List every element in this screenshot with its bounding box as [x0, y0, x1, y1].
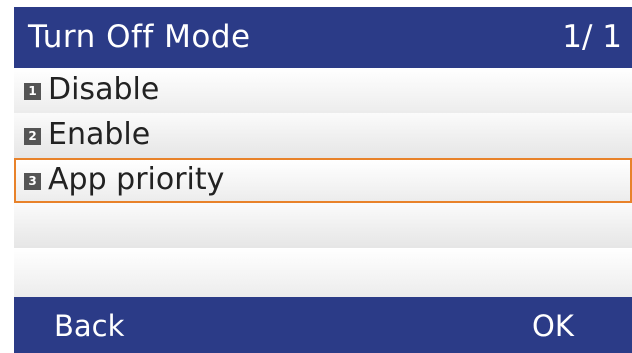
- phone-display: Turn Off Mode 1/ 1 1 Disable 2 Enable 3 …: [0, 0, 632, 353]
- ok-softkey[interactable]: OK: [532, 309, 574, 343]
- menu-item-enable[interactable]: 2 Enable: [14, 113, 632, 158]
- page-indicator: 1/ 1: [562, 19, 622, 55]
- menu-item-label: Enable: [48, 117, 151, 152]
- number-1-icon: 1: [24, 83, 41, 100]
- title-bar: Turn Off Mode 1/ 1: [14, 7, 632, 68]
- back-softkey[interactable]: Back: [54, 309, 124, 343]
- menu-list: 1 Disable 2 Enable 3 App priority: [14, 68, 632, 297]
- menu-item-label: App priority: [48, 162, 225, 197]
- empty-row: [14, 203, 632, 248]
- empty-row: [14, 248, 632, 297]
- menu-item-disable[interactable]: 1 Disable: [14, 68, 632, 113]
- number-2-icon: 2: [24, 128, 41, 145]
- menu-item-app-priority[interactable]: 3 App priority: [14, 158, 632, 203]
- page-title: Turn Off Mode: [28, 19, 251, 55]
- menu-item-label: Disable: [48, 72, 160, 107]
- number-3-icon: 3: [24, 173, 41, 190]
- softkey-bar: Back OK: [14, 297, 632, 353]
